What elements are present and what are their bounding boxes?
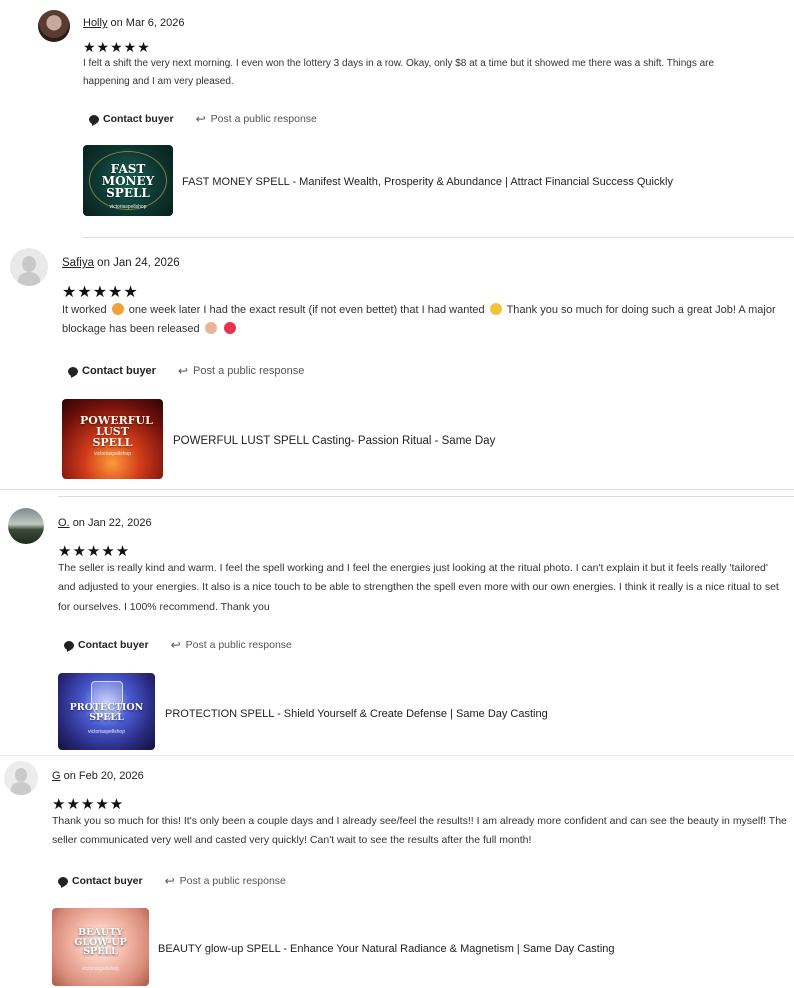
reviewer-name[interactable]: Holly [83,17,107,29]
product-title-link[interactable]: PROTECTION SPELL - Shield Yourself & Cre… [165,708,548,720]
star-rating: ★★★★★ [83,39,151,55]
post-public-response-label: Post a public response [185,639,292,651]
chat-bubble-icon [64,640,74,650]
post-public-response-label: Post a public response [210,113,317,125]
reply-arrow-icon: ↩ [177,364,189,378]
reply-arrow-icon: ↩ [170,638,181,652]
review-actions: Contact buyer ↩ Post a public response [68,364,304,378]
heart-emoji [223,322,236,335]
product-thumbnail[interactable]: FAST MONEY SPELL victoriaspellshop [83,145,173,216]
thumbnail-title: PROTECTION SPELL [69,702,144,723]
praying-hands-emoji [204,322,217,335]
contact-buyer-label: Contact buyer [103,113,174,125]
contact-buyer-label: Contact buyer [72,875,143,887]
star-rating: ★★★★★ [62,284,139,301]
reviewer-meta: Safiya on Jan 24, 2026 [62,257,180,269]
post-public-response-label: Post a public response [193,365,305,377]
review-date: on Jan 22, 2026 [72,517,152,529]
contact-buyer-button[interactable]: Contact buyer [64,639,149,651]
review-text: I felt a shift the very next morning. I … [83,58,715,87]
thumbnail-watermark: victoriaspellshop [82,966,119,972]
thumbnail-watermark: victoriaspellshop [94,451,131,457]
review-text: The seller is really kind and warm. I fe… [58,562,779,613]
review-actions: Contact buyer ↩ Post a public response [89,112,317,126]
post-public-response-button[interactable]: ↩ Post a public response [165,874,286,888]
post-public-response-button[interactable]: ↩ Post a public response [178,364,304,378]
contact-buyer-label: Contact buyer [82,365,156,377]
star-rating: ★★★★★ [52,796,125,813]
review-text: Thank you so much for this! It's only be… [52,815,787,847]
review-text-part: one week later I had the exact result (i… [128,304,485,316]
contact-buyer-button[interactable]: Contact buyer [89,113,174,125]
review-date: on Feb 20, 2026 [63,770,144,782]
thumbnail-title: BEAUTY GLOW-UP SPELL [74,927,127,957]
avatar[interactable] [10,248,48,286]
reviewer-name[interactable]: O. [58,517,70,529]
heart-face-emoji [111,303,124,315]
product-title-link[interactable]: POWERFUL LUST SPELL Casting- Passion Rit… [173,435,495,447]
review-actions: Contact buyer ↩ Post a public response [58,874,286,888]
product-title-link[interactable]: FAST MONEY SPELL - Manifest Wealth, Pros… [182,176,673,188]
review-actions: Contact buyer ↩ Post a public response [64,638,292,652]
review-card: O. on Jan 22, 2026 ★★★★★ The seller is r… [0,490,794,756]
post-public-response-button[interactable]: ↩ Post a public response [171,638,292,652]
thumbnail-title: POWERFUL LUST SPELL [80,414,153,449]
product-title-link[interactable]: BEAUTY glow-up SPELL - Enhance Your Natu… [158,943,615,955]
chat-bubble-icon [58,876,68,886]
post-public-response-label: Post a public response [179,875,286,887]
reply-arrow-icon: ↩ [164,874,175,888]
contact-buyer-button[interactable]: Contact buyer [58,875,143,887]
review-date: on Mar 6, 2026 [110,17,185,29]
contact-buyer-button[interactable]: Contact buyer [68,365,156,377]
product-thumbnail[interactable]: BEAUTY GLOW-UP SPELL victoriaspellshop [52,908,149,986]
reviewer-meta: O. on Jan 22, 2026 [58,517,152,529]
reviewer-name[interactable]: Safiya [62,257,94,269]
reply-arrow-icon: ↩ [195,112,206,126]
review-card: Safiya on Jan 24, 2026 ★★★★★ It worked o… [0,238,794,490]
avatar[interactable] [8,508,44,544]
review-card: G on Feb 20, 2026 ★★★★★ Thank you so muc… [0,756,794,988]
review-text-part: It worked [62,304,107,316]
reviewer-meta: Holly on Mar 6, 2026 [83,17,185,29]
star-rating: ★★★★★ [58,543,131,560]
review-card: Holly on Mar 6, 2026 ★★★★★ I felt a shif… [0,0,794,238]
product-thumbnail[interactable]: PROTECTION SPELL victoriaspellshop [58,673,155,750]
default-user-icon [22,256,36,272]
sunglasses-emoji [489,303,502,315]
divider [58,496,794,497]
post-public-response-button[interactable]: ↩ Post a public response [196,112,317,126]
product-thumbnail[interactable]: POWERFUL LUST SPELL victoriaspellshop [62,399,163,479]
thumbnail-title: FAST MONEY SPELL [101,162,155,200]
thumbnail-watermark: victoriaspellshop [88,729,125,735]
chat-bubble-icon [68,366,78,376]
default-user-icon [15,768,27,782]
avatar[interactable] [4,761,38,795]
review-text: It worked one week later I had the exact… [62,301,787,340]
chat-bubble-icon [89,114,99,124]
reviewer-meta: G on Feb 20, 2026 [52,770,144,782]
review-date: on Jan 24, 2026 [97,257,180,269]
thumbnail-watermark: victoriaspellshop [109,204,147,210]
avatar[interactable] [38,10,70,42]
contact-buyer-label: Contact buyer [78,639,149,651]
reviewer-name[interactable]: G [52,770,61,782]
